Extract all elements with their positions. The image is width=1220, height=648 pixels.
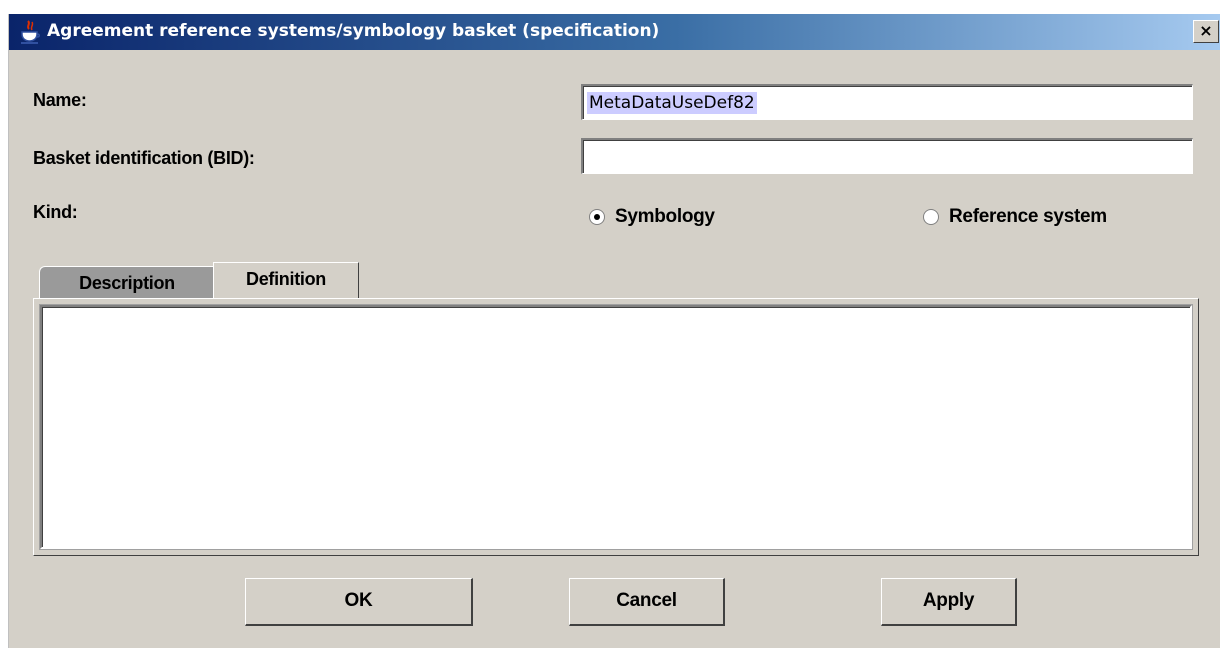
radio-reference-system[interactable]: Reference system xyxy=(923,204,1107,230)
bid-field[interactable] xyxy=(581,138,1193,174)
name-field[interactable]: MetaDataUseDef82 xyxy=(581,84,1193,120)
kind-label: Kind: xyxy=(33,202,78,222)
window-title: Agreement reference systems/symbology ba… xyxy=(47,21,660,41)
name-field-value: MetaDataUseDef82 xyxy=(587,92,757,114)
tab-description[interactable]: Description xyxy=(39,266,215,298)
title-bar[interactable]: Agreement reference systems/symbology ba… xyxy=(9,14,1220,50)
tab-panel xyxy=(33,298,1199,556)
name-label: Name: xyxy=(33,90,87,110)
tab-definition[interactable]: Definition xyxy=(213,262,359,298)
apply-button[interactable]: Apply xyxy=(881,578,1017,626)
definition-textarea[interactable] xyxy=(40,305,1192,549)
radio-symbology-label: Symbology xyxy=(615,206,715,227)
ok-button[interactable]: OK xyxy=(245,578,473,626)
radio-symbology[interactable]: Symbology xyxy=(589,204,715,230)
cancel-button[interactable]: Cancel xyxy=(569,578,725,626)
java-cup-icon xyxy=(21,20,40,44)
close-icon: × xyxy=(1199,21,1213,40)
radio-unselected-icon xyxy=(923,209,939,225)
radio-selected-icon xyxy=(589,209,605,225)
bid-label: Basket identification (BID): xyxy=(33,148,255,168)
radio-reference-system-label: Reference system xyxy=(949,206,1107,227)
close-button[interactable]: × xyxy=(1193,20,1219,43)
dialog-window: Agreement reference systems/symbology ba… xyxy=(8,14,1220,648)
